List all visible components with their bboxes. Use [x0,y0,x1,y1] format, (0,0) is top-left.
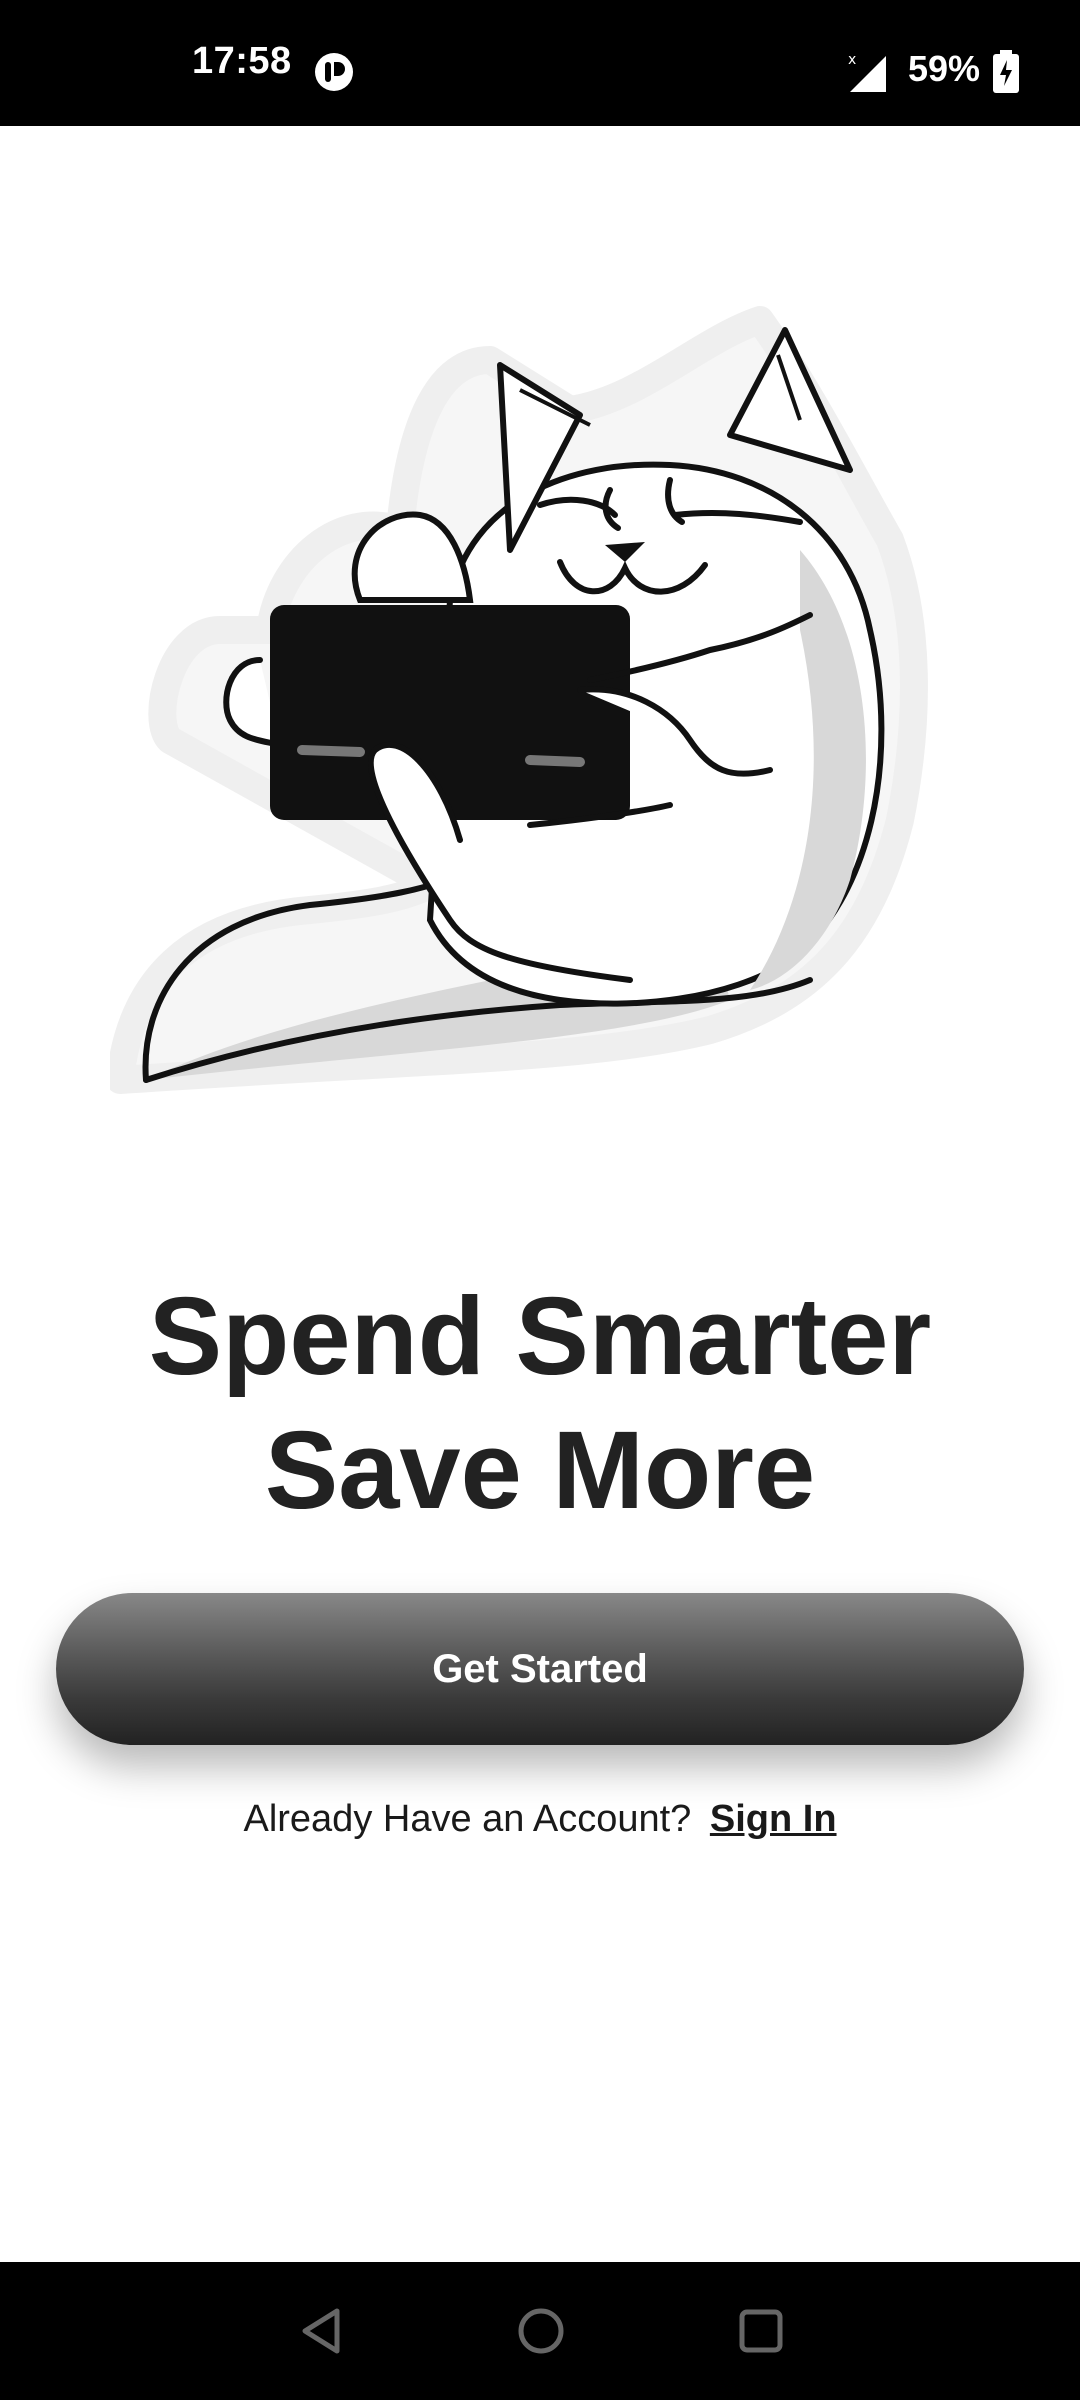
get-started-button[interactable]: Get Started [56,1593,1024,1745]
headline: Spend Smarter Save More [0,1270,1080,1538]
navigation-bar [0,2262,1080,2400]
headline-line-1: Spend Smarter [148,1275,932,1398]
home-circle-icon [518,2308,564,2354]
home-button[interactable] [506,2296,576,2366]
svg-text:x: x [848,52,856,68]
battery-percent: 59% [908,48,981,89]
sign-in-link[interactable]: Sign In [710,1798,837,1840]
cat-holding-card-illustration [110,306,928,1094]
status-bar: 17:58 x 59% [0,0,1080,126]
status-time: 17:58 [192,40,292,82]
notification-app-icon [315,53,353,91]
back-triangle-icon [302,2308,340,2354]
signin-row: Already Have an Account? Sign In [0,1798,1080,1841]
recents-square-icon [739,2309,783,2353]
recents-button[interactable] [726,2296,796,2366]
signal-no-data-icon: x [848,52,886,92]
signin-prompt: Already Have an Account? [243,1798,692,1840]
back-button[interactable] [286,2296,356,2366]
headline-line-2: Save More [264,1409,816,1532]
battery-charging-icon [993,50,1019,93]
